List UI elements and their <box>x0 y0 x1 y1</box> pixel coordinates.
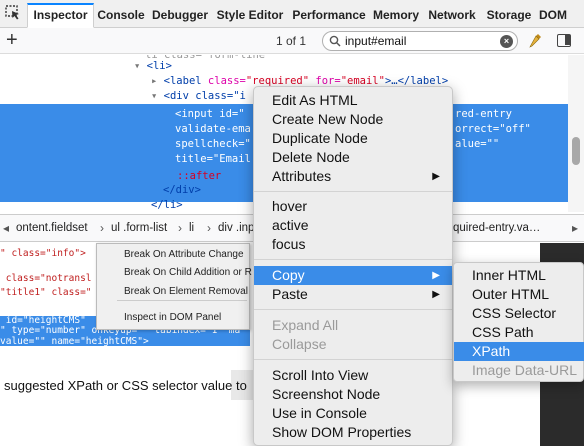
menu-separator <box>254 309 452 310</box>
search-input[interactable]: input#email × <box>322 31 518 51</box>
breadcrumb-item[interactable]: div .inp <box>218 222 254 234</box>
twisty-icon[interactable]: ▾ <box>134 60 147 72</box>
menu-item-expand-all[interactable]: Expand All <box>254 316 452 335</box>
submenu-arrow-icon: ▶ <box>432 289 440 300</box>
old-menu-separator <box>117 300 247 301</box>
selected-line-2: validate-ema <box>175 123 251 135</box>
chevron-right-icon: › <box>100 221 104 235</box>
breadcrumb-item[interactable]: li <box>189 222 194 234</box>
breadcrumb-scroll-left-icon[interactable]: ◂ <box>3 221 9 235</box>
chevron-right-icon: › <box>207 221 211 235</box>
page-code-line: class="notransl <box>0 273 92 284</box>
menu-item-attributes[interactable]: Attributes ▶ <box>254 167 452 186</box>
submenu-item-xpath[interactable]: XPath <box>454 342 584 361</box>
tab-style-editor[interactable]: Style Editor <box>214 3 286 28</box>
menu-item-hover[interactable]: hover <box>254 197 452 216</box>
search-input-value: input#email <box>345 34 407 48</box>
add-node-button[interactable]: + <box>6 29 18 51</box>
page-text: suggested XPath or CSS selector value to <box>4 378 247 393</box>
menu-item-delete-node[interactable]: Delete Node <box>254 148 452 167</box>
menu-separator <box>254 259 452 260</box>
selected-line-1-right: red-entry <box>455 108 512 120</box>
menu-item-scroll-into-view[interactable]: Scroll Into View <box>254 366 452 385</box>
submenu-arrow-icon: ▶ <box>432 171 440 182</box>
tab-console[interactable]: Console <box>96 3 146 28</box>
toggle-sidebar-icon[interactable] <box>557 34 571 47</box>
menu-separator <box>254 359 452 360</box>
tab-storage[interactable]: Storage <box>483 3 535 28</box>
element-picker-icon[interactable] <box>4 4 22 22</box>
page-code-line: value="" name="heightCMS"> <box>0 336 149 347</box>
search-icon <box>329 35 341 47</box>
menu-item-focus[interactable]: focus <box>254 235 452 254</box>
menu-item-use-in-console[interactable]: Use in Console <box>254 404 452 423</box>
submenu-item-css-path[interactable]: CSS Path <box>454 323 584 342</box>
page-old-context-menu: Break On Attribute Change Break On Child… <box>96 243 252 330</box>
old-menu-item: Inspect in DOM Panel <box>124 312 222 323</box>
selected-line-3-right: alue="" <box>455 138 500 150</box>
menu-item-edit-as-html[interactable]: Edit As HTML <box>254 91 452 110</box>
tab-debugger[interactable]: Debugger <box>150 3 210 28</box>
tab-network[interactable]: Network <box>425 3 479 28</box>
selected-line-1: <input id=" <box>175 108 245 120</box>
breadcrumb-scroll-right-icon[interactable]: ▸ <box>572 221 578 235</box>
menu-item-collapse[interactable]: Collapse <box>254 335 452 354</box>
markup-line-li[interactable]: ▾ <li> <box>134 59 172 74</box>
markup-scrollbar[interactable] <box>568 55 584 212</box>
old-menu-item: Break On Child Addition or R <box>124 267 252 278</box>
markup-line-div[interactable]: ▾ <div class="i <box>151 89 246 104</box>
twisty-icon[interactable]: ▸ <box>151 75 164 87</box>
page-code-line: "title1" class=" <box>0 287 92 298</box>
chevron-right-icon: › <box>178 221 182 235</box>
search-result-count: 1 of 1 <box>276 34 307 48</box>
eyedropper-icon[interactable] <box>528 33 542 49</box>
menu-item-create-new-node[interactable]: Create New Node <box>254 110 452 129</box>
menu-item-paste[interactable]: Paste ▶ <box>254 285 452 304</box>
markup-line-li-close[interactable]: </li> <box>151 198 183 212</box>
breadcrumb-item[interactable]: ul .form-list <box>111 222 167 234</box>
copy-submenu: Inner HTML Outer HTML CSS Selector CSS P… <box>453 262 584 382</box>
submenu-arrow-icon: ▶ <box>432 270 440 281</box>
clear-search-icon[interactable]: × <box>500 35 513 48</box>
menu-item-screenshot-node[interactable]: Screenshot Node <box>254 385 452 404</box>
devtools-tabbar: Inspector Console Debugger Style Editor … <box>0 0 584 28</box>
selected-line-4: title="Email <box>175 153 251 165</box>
submenu-item-image-data-url[interactable]: Image Data-URL <box>454 361 584 380</box>
old-menu-item: Break On Attribute Change <box>124 249 244 260</box>
tab-inspector[interactable]: Inspector <box>27 3 94 28</box>
old-menu-item: Break On Element Removal <box>124 286 248 297</box>
twisty-icon[interactable]: ▾ <box>151 90 164 102</box>
breadcrumb-item-selected[interactable]: quired-entry.va… <box>453 222 540 234</box>
selected-line-3: spellcheck=" <box>175 138 251 150</box>
tab-memory[interactable]: Memory <box>372 3 420 28</box>
scrollbar-thumb[interactable] <box>572 137 580 165</box>
menu-item-show-dom-properties[interactable]: Show DOM Properties <box>254 423 452 442</box>
menu-item-duplicate-node[interactable]: Duplicate Node <box>254 129 452 148</box>
markup-toolbar: + 1 of 1 input#email × <box>0 28 584 54</box>
page-code-line: " class="info"> <box>0 248 86 259</box>
breadcrumb-item[interactable]: ontent.fieldset <box>16 222 88 234</box>
node-context-menu: Edit As HTML Create New Node Duplicate N… <box>253 86 453 446</box>
menu-item-copy[interactable]: Copy ▶ <box>254 266 452 285</box>
markup-line-div-close[interactable]: </div> <box>163 183 201 198</box>
tab-performance[interactable]: Performance <box>290 3 368 28</box>
selected-line-2-right: orrect="off" <box>455 123 531 135</box>
submenu-item-inner-html[interactable]: Inner HTML <box>454 266 584 285</box>
tab-dom[interactable]: DOM <box>538 3 568 28</box>
submenu-item-outer-html[interactable]: Outer HTML <box>454 285 584 304</box>
menu-item-active[interactable]: active <box>254 216 452 235</box>
submenu-item-css-selector[interactable]: CSS Selector <box>454 304 584 323</box>
markup-line-after[interactable]: ::after <box>177 169 221 184</box>
menu-separator <box>254 191 452 192</box>
